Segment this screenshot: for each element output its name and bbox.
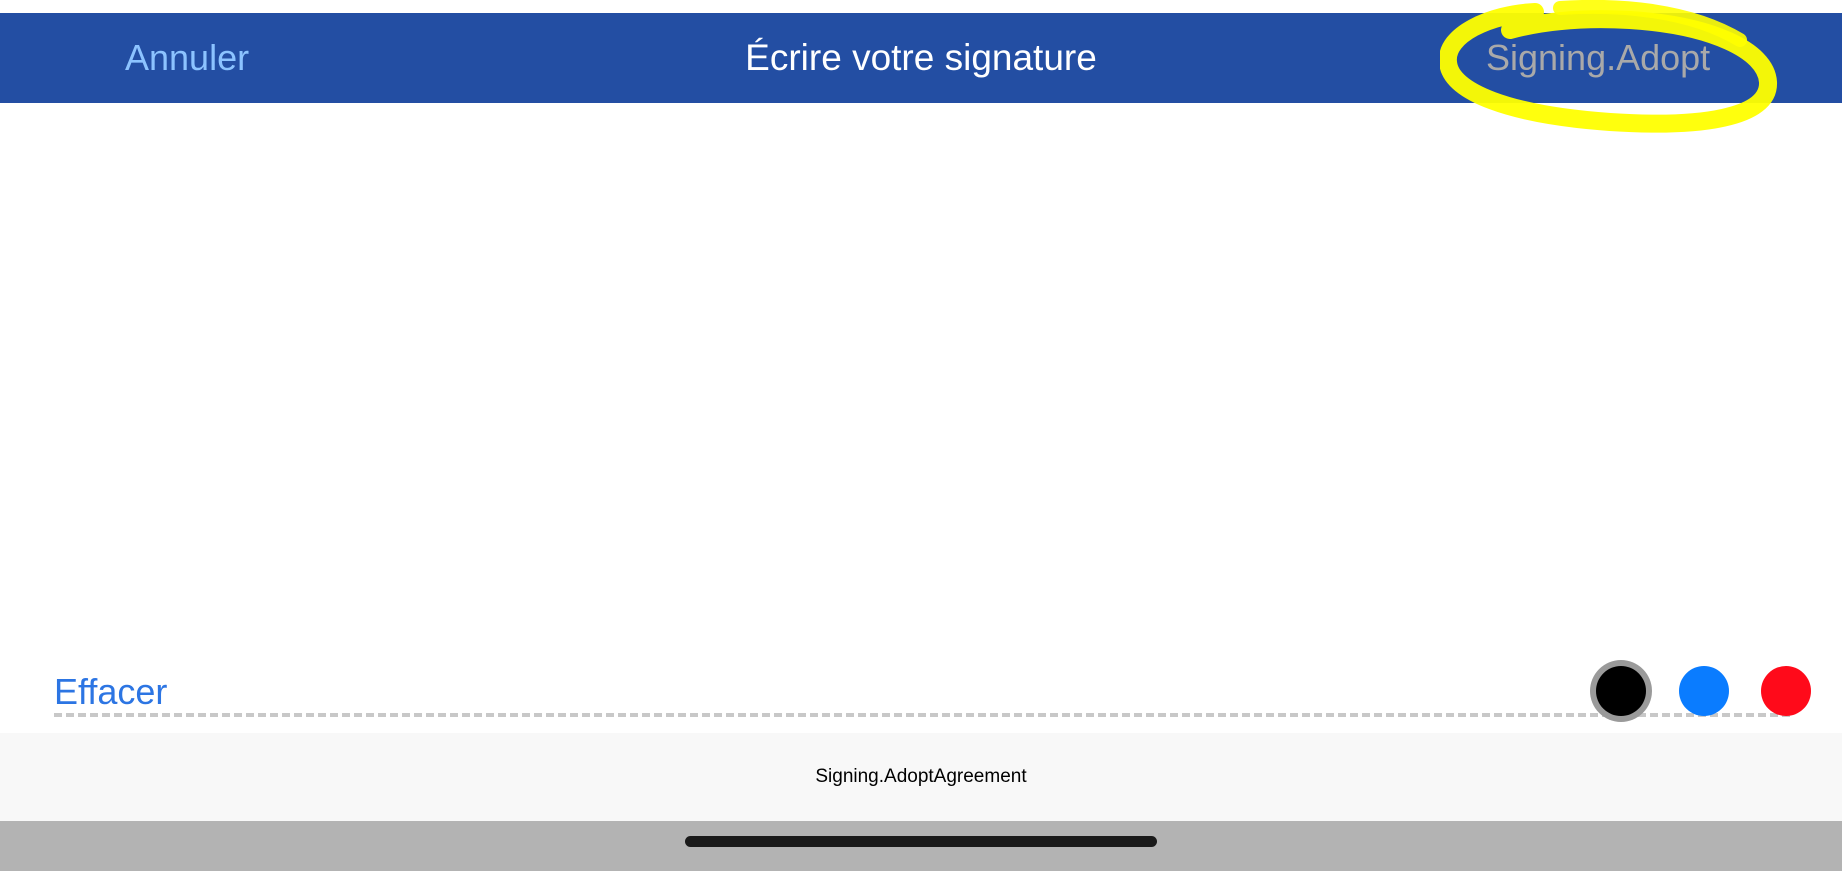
signature-baseline — [54, 713, 1790, 717]
adopt-button[interactable]: Signing.Adopt — [1486, 13, 1710, 103]
ink-color-red-swatch[interactable] — [1761, 666, 1811, 716]
home-indicator[interactable] — [685, 836, 1157, 847]
signature-canvas[interactable] — [0, 103, 1842, 733]
adopt-agreement-bar: Signing.AdoptAgreement — [0, 733, 1842, 821]
cancel-button[interactable]: Annuler — [125, 13, 249, 103]
navigation-bar: Annuler Écrire votre signature Signing.A… — [0, 13, 1842, 103]
ink-color-black-swatch[interactable] — [1596, 666, 1646, 716]
ink-color-blue-swatch[interactable] — [1679, 666, 1729, 716]
adopt-agreement-text: Signing.AdoptAgreement — [815, 766, 1027, 787]
system-home-area — [0, 821, 1842, 871]
clear-button[interactable]: Effacer — [54, 668, 167, 716]
signature-screen: Annuler Écrire votre signature Signing.A… — [0, 0, 1842, 871]
